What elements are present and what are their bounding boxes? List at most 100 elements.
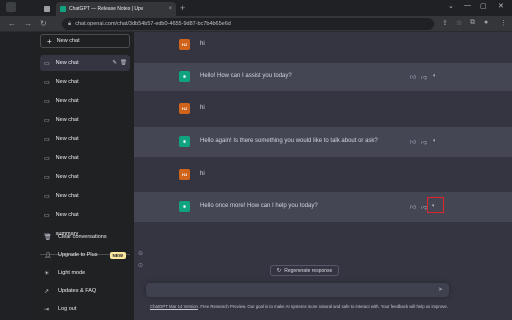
message-text: hi: [200, 105, 205, 111]
star-icon[interactable]: ☆: [456, 19, 462, 27]
light-mode-button[interactable]: ☀︎ Light mode: [40, 266, 130, 280]
sidebar-chat-label: New chat: [55, 212, 79, 218]
sidebar-chat-item[interactable]: ▭ New chat: [40, 93, 130, 109]
user-message-row: HJ hi: [134, 32, 512, 58]
chat-bubble-icon: ▭: [44, 79, 50, 86]
log-out-button[interactable]: ⇥ Log out: [40, 302, 130, 316]
tab-extension[interactable]: [40, 2, 52, 16]
window-close-icon[interactable]: ✕: [498, 2, 504, 10]
regenerate-label: Regenerate response: [284, 267, 333, 274]
sidebar-chat-item[interactable]: ▭ New chat: [40, 169, 130, 185]
thumbs-up-icon[interactable]: 👍︎: [410, 203, 416, 211]
share-icon[interactable]: ⇪: [442, 19, 448, 27]
speaker-icon[interactable]: 🔈︎: [433, 138, 437, 145]
sidebar-chat-item[interactable]: ▭ New chat ✎ 🗑︎: [40, 55, 130, 71]
menu-label: Updates & FAQ: [58, 288, 97, 294]
chat-bubble-icon: ▭: [44, 98, 50, 105]
reload-icon[interactable]: ↻: [40, 19, 47, 28]
menu-label: Upgrade to Plus: [58, 252, 98, 258]
tab-title: ChatGPT — Release Notes | Upv: [69, 6, 144, 12]
refresh-icon: ↻: [276, 267, 282, 274]
speaker-icon[interactable]: 🔈︎: [433, 73, 437, 80]
menu-label: Log out: [58, 306, 77, 312]
url-text: chat.openai.com/chat/3db54b57-edb0-4655-…: [75, 21, 231, 27]
message-text: Hello! How can I assist you today?: [200, 73, 292, 79]
chat-bubble-icon: ▭: [44, 193, 50, 200]
chat-bubble-icon: ▭: [44, 60, 50, 67]
footer-text: . Free Research Preview. Our goal is to …: [197, 304, 448, 309]
forward-icon[interactable]: →: [24, 19, 32, 28]
puzzle-icon: [44, 6, 50, 12]
pencil-icon[interactable]: ✎: [112, 60, 117, 66]
thumbs-down-icon[interactable]: 👎︎: [421, 73, 427, 81]
new-tab-button[interactable]: +: [180, 3, 185, 13]
thumbs-up-icon[interactable]: 👍︎: [410, 73, 416, 81]
tab-chatgpt[interactable]: ChatGPT — Release Notes | Upv ×: [56, 2, 176, 16]
user-avatar: HJ: [179, 103, 190, 114]
stop-icon[interactable]: ⊖: [138, 250, 143, 257]
sidebar-chat-label: New chat: [55, 60, 79, 66]
new-chat-button[interactable]: + New chat: [40, 34, 130, 48]
profile-icon[interactable]: ●: [484, 19, 488, 26]
sidebar-chat-item[interactable]: ▭ New chat: [40, 74, 130, 90]
sidebar-chat-label: New chat: [55, 155, 79, 161]
tab-search-button[interactable]: [6, 2, 16, 12]
sidebar-chat-label: New chat: [55, 98, 79, 104]
menu-kebab-icon[interactable]: ⋮: [500, 19, 507, 27]
external-link-icon: ↗: [44, 288, 50, 295]
chat-bubble-icon: ▭: [44, 174, 50, 181]
message-text: Hello again! Is there something you woul…: [200, 138, 378, 144]
user-message-row: HJ hi: [134, 94, 512, 124]
assistant-message-row: ✻ Hello! How can I assist you today? 👍︎ …: [134, 63, 512, 91]
sidebar: + New chat ▭ New chat ✎ 🗑︎ ▭ New chat ▭ …: [36, 32, 134, 320]
menu-label: Clear conversations: [58, 234, 107, 240]
footer-disclaimer: ChatGPT Mar 14 Version. Free Research Pr…: [134, 304, 464, 309]
sun-icon: ☀︎: [44, 270, 50, 277]
settings-icon[interactable]: ⊙: [138, 262, 143, 269]
assistant-message-row: ✻ Hello again! Is there something you wo…: [134, 127, 512, 157]
menu-label: Light mode: [58, 270, 86, 276]
thumbs-up-icon[interactable]: 👍︎: [410, 138, 416, 146]
version-link[interactable]: ChatGPT Mar 14 Version: [150, 304, 198, 309]
close-icon[interactable]: ×: [168, 6, 172, 12]
message-input[interactable]: ➤: [146, 283, 449, 297]
chat-bubble-icon: ▭: [44, 155, 50, 162]
sidebar-chat-item[interactable]: ▭ New chat: [40, 112, 130, 128]
speaker-highlight-box: [427, 197, 444, 213]
openai-logo-icon: ✻: [179, 136, 190, 147]
back-icon[interactable]: ←: [8, 19, 16, 28]
sidebar-chat-item[interactable]: ▭ New chat: [40, 150, 130, 166]
chevron-down-icon[interactable]: ⌄: [448, 2, 454, 10]
upgrade-to-plus-button[interactable]: 👤︎ Upgrade to Plus NEW: [40, 248, 130, 262]
message-text: hi: [200, 171, 205, 177]
logout-icon: ⇥: [44, 306, 50, 313]
send-icon[interactable]: ➤: [438, 286, 443, 293]
extensions-icon[interactable]: ⧉: [470, 19, 475, 27]
sidebar-chat-label: New chat: [55, 136, 79, 142]
address-bar[interactable]: 🔒︎ chat.openai.com/chat/3db54b57-edb0-46…: [62, 18, 434, 30]
clear-conversations-button[interactable]: 🗑︎ Clear conversations: [40, 230, 130, 244]
sidebar-chat-label: New chat: [55, 174, 79, 180]
sidebar-chat-label: New chat: [55, 117, 79, 123]
user-icon: 👤︎: [44, 252, 52, 259]
tab-strip: ChatGPT — Release Notes | Upv × + ⌄ — ▢ …: [0, 0, 512, 16]
regenerate-response-button[interactable]: ↻ Regenerate response: [270, 265, 339, 276]
maximize-icon[interactable]: ▢: [480, 2, 487, 10]
updates-faq-link[interactable]: ↗ Updates & FAQ: [40, 284, 130, 298]
sidebar-chat-item[interactable]: ▭ New chat: [40, 207, 130, 223]
sidebar-chat-item[interactable]: ▭ New chat: [40, 131, 130, 147]
trash-icon[interactable]: 🗑︎: [120, 60, 127, 66]
sidebar-chat-label: New chat: [55, 79, 79, 85]
thumbs-down-icon[interactable]: 👎︎: [421, 138, 427, 146]
message-text: hi: [200, 41, 205, 47]
chat-bubble-icon: ▭: [44, 117, 50, 124]
user-avatar: HJ: [179, 169, 190, 180]
sidebar-chat-item[interactable]: ▭ New chat: [40, 188, 130, 204]
message-text: Hello once more! How can I help you toda…: [200, 203, 318, 209]
openai-logo-icon: ✻: [179, 71, 190, 82]
user-message-row: HJ hi: [134, 160, 512, 190]
minimize-icon[interactable]: —: [464, 2, 471, 9]
chat-bubble-icon: ▭: [44, 136, 50, 143]
plus-icon: +: [47, 36, 52, 46]
sidebar-chat-label: New chat: [55, 193, 79, 199]
